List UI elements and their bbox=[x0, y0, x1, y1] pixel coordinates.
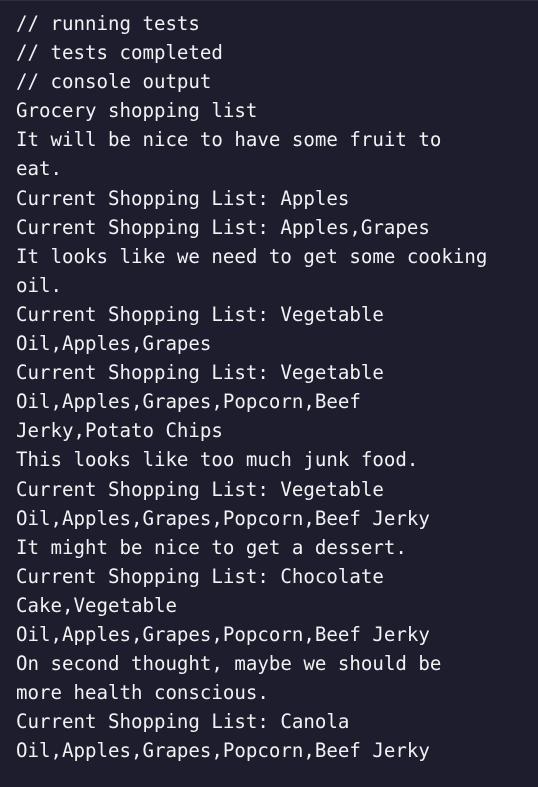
console-line: Oil,Apples,Grapes,Popcorn,Beef Jerky bbox=[16, 739, 430, 763]
console-line: Oil,Apples,Grapes,Popcorn,Beef Jerky bbox=[16, 506, 430, 530]
console-line: Cake,Vegetable bbox=[16, 593, 177, 617]
console-line: Oil,Apples,Grapes,Popcorn,Beef bbox=[16, 390, 361, 414]
console-line: It looks like we need to get some cookin… bbox=[16, 244, 488, 268]
console-line: eat. bbox=[16, 157, 62, 181]
console-line: Grocery shopping list bbox=[16, 99, 258, 123]
console-line: more health conscious. bbox=[16, 681, 269, 705]
console-line: Current Shopping List: Vegetable bbox=[16, 477, 384, 501]
console-line: Current Shopping List: Apples bbox=[16, 186, 350, 210]
console-line: Current Shopping List: Apples,Grapes bbox=[16, 215, 430, 239]
console-line: It might be nice to get a dessert. bbox=[16, 535, 407, 559]
console-line: Jerky,Potato Chips bbox=[16, 419, 223, 443]
console-line: It will be nice to have some fruit to bbox=[16, 128, 442, 152]
console-line: Current Shopping List: Chocolate bbox=[16, 564, 384, 588]
console-line: Oil,Apples,Grapes,Popcorn,Beef Jerky bbox=[16, 622, 430, 646]
console-line: Current Shopping List: Vegetable bbox=[16, 361, 384, 385]
console-output-list: // running tests // tests completed // c… bbox=[16, 9, 532, 765]
console-line: // running tests bbox=[16, 12, 200, 35]
console-line: Oil,Apples,Grapes bbox=[16, 332, 212, 356]
console-line: oil. bbox=[16, 273, 62, 297]
console-line: // tests completed bbox=[16, 41, 223, 65]
console-line: Current Shopping List: Vegetable bbox=[16, 302, 384, 326]
console-line: Current Shopping List: Canola bbox=[16, 710, 350, 734]
console-line: On second thought, maybe we should be bbox=[16, 652, 442, 676]
console-line: This looks like too much junk food. bbox=[16, 448, 419, 472]
console-line: // console output bbox=[16, 70, 212, 94]
console-output-panel[interactable]: // running tests // tests completed // c… bbox=[0, 0, 538, 787]
